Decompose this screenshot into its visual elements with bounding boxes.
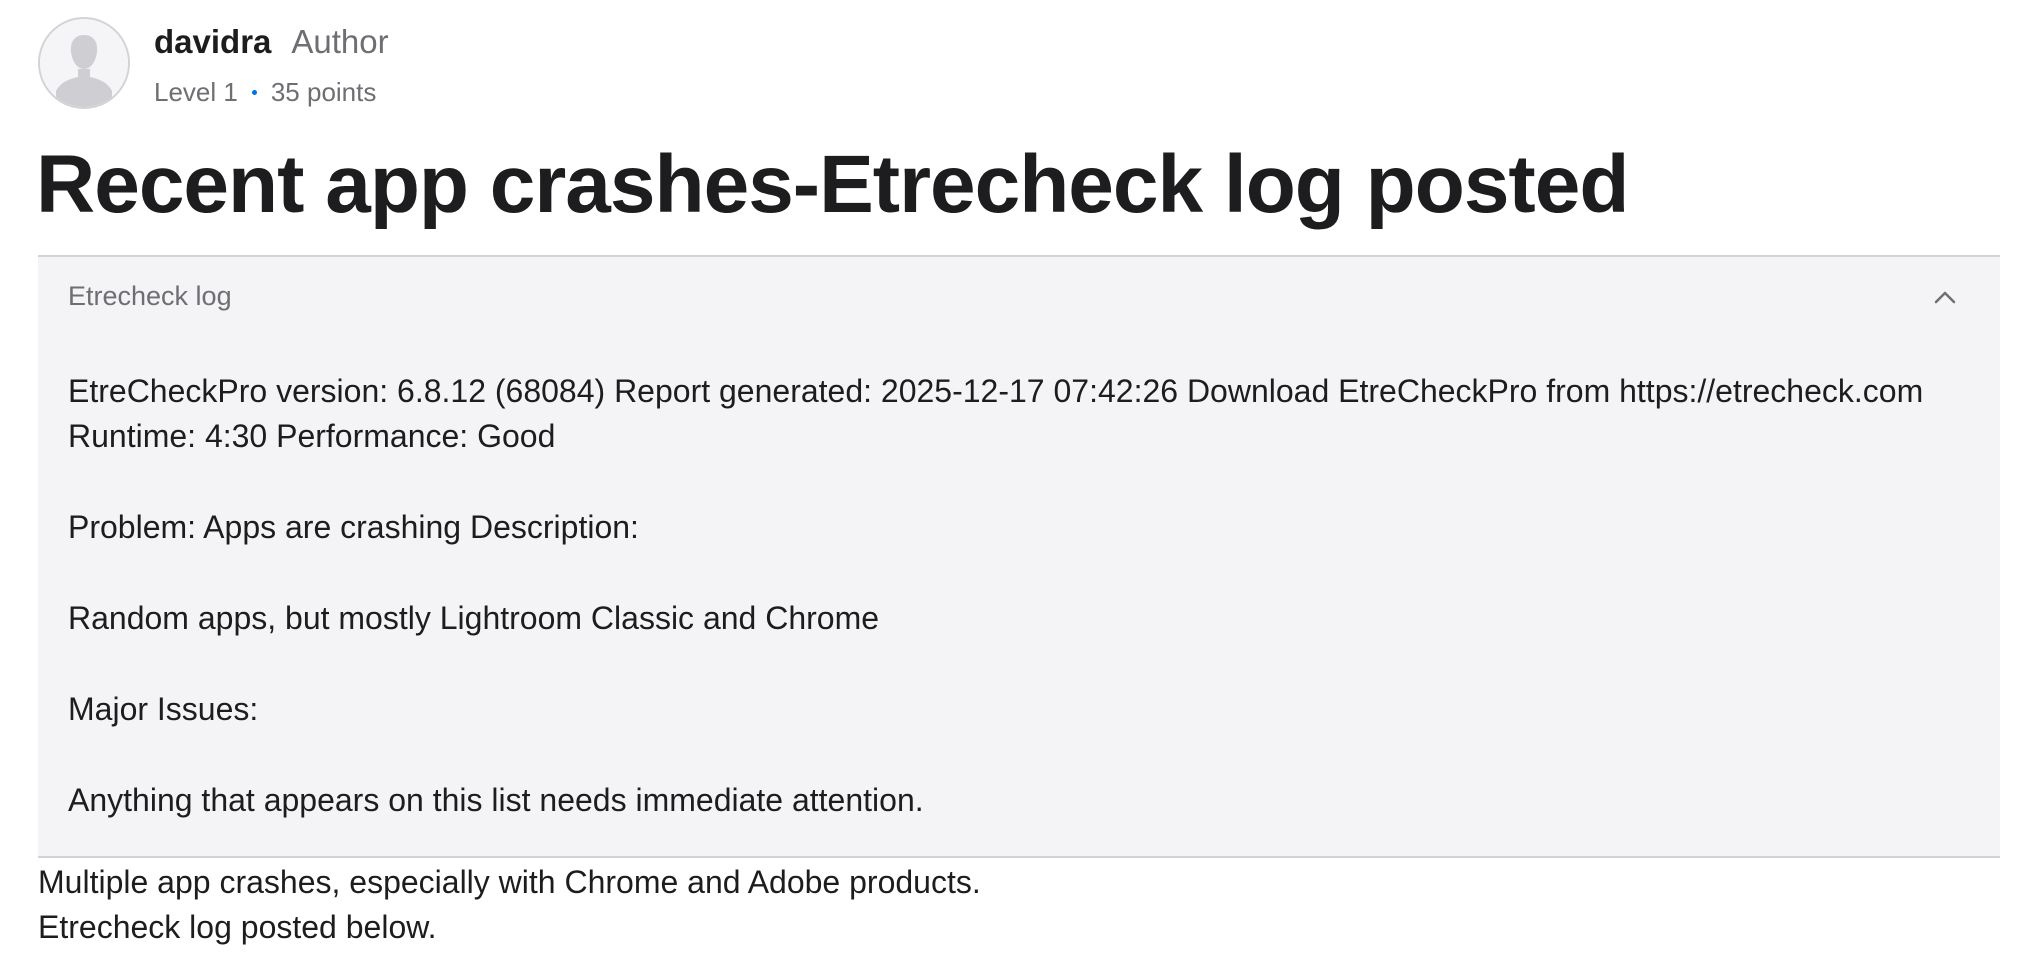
chevron-up-icon[interactable] [1930,285,1960,309]
post-page: davidra Author Level 1 35 points Recent … [0,0,2042,960]
author-role: Author [291,23,389,60]
log-paragraph: EtreCheckPro version: 6.8.12 (68084) Rep… [68,373,1924,454]
log-paragraph: Random apps, but mostly Lightroom Classi… [68,600,880,636]
author-name[interactable]: davidra [154,23,271,61]
log-header[interactable]: Etrecheck log [68,281,232,312]
log-paragraph: Anything that appears on this list needs… [68,782,924,818]
separator-dot-icon [251,90,257,95]
author-header: davidra Author Level 1 35 points [38,17,389,109]
log-paragraph: Problem: Apps are crashing Description: [68,509,639,545]
log-paragraph: Major Issues: [68,691,259,727]
post-body: Multiple app crashes, especially with Ch… [38,860,981,950]
etrecheck-log-panel: Etrecheck log EtreCheckPro version: 6.8.… [38,255,2000,858]
author-points: 35 points [270,77,377,107]
author-info: davidra Author Level 1 35 points [154,17,389,108]
author-line: davidra Author [154,23,389,61]
post-title: Recent app crashes-Etrecheck log posted [36,139,1629,230]
post-body-line: Etrecheck log posted below. [38,909,437,945]
avatar[interactable] [38,17,130,109]
user-silhouette-icon [40,19,128,107]
author-meta: Level 1 35 points [154,77,389,108]
author-level: Level 1 [154,77,238,107]
log-content: EtreCheckPro version: 6.8.12 (68084) Rep… [68,369,1948,869]
post-body-line: Multiple app crashes, especially with Ch… [38,864,981,900]
